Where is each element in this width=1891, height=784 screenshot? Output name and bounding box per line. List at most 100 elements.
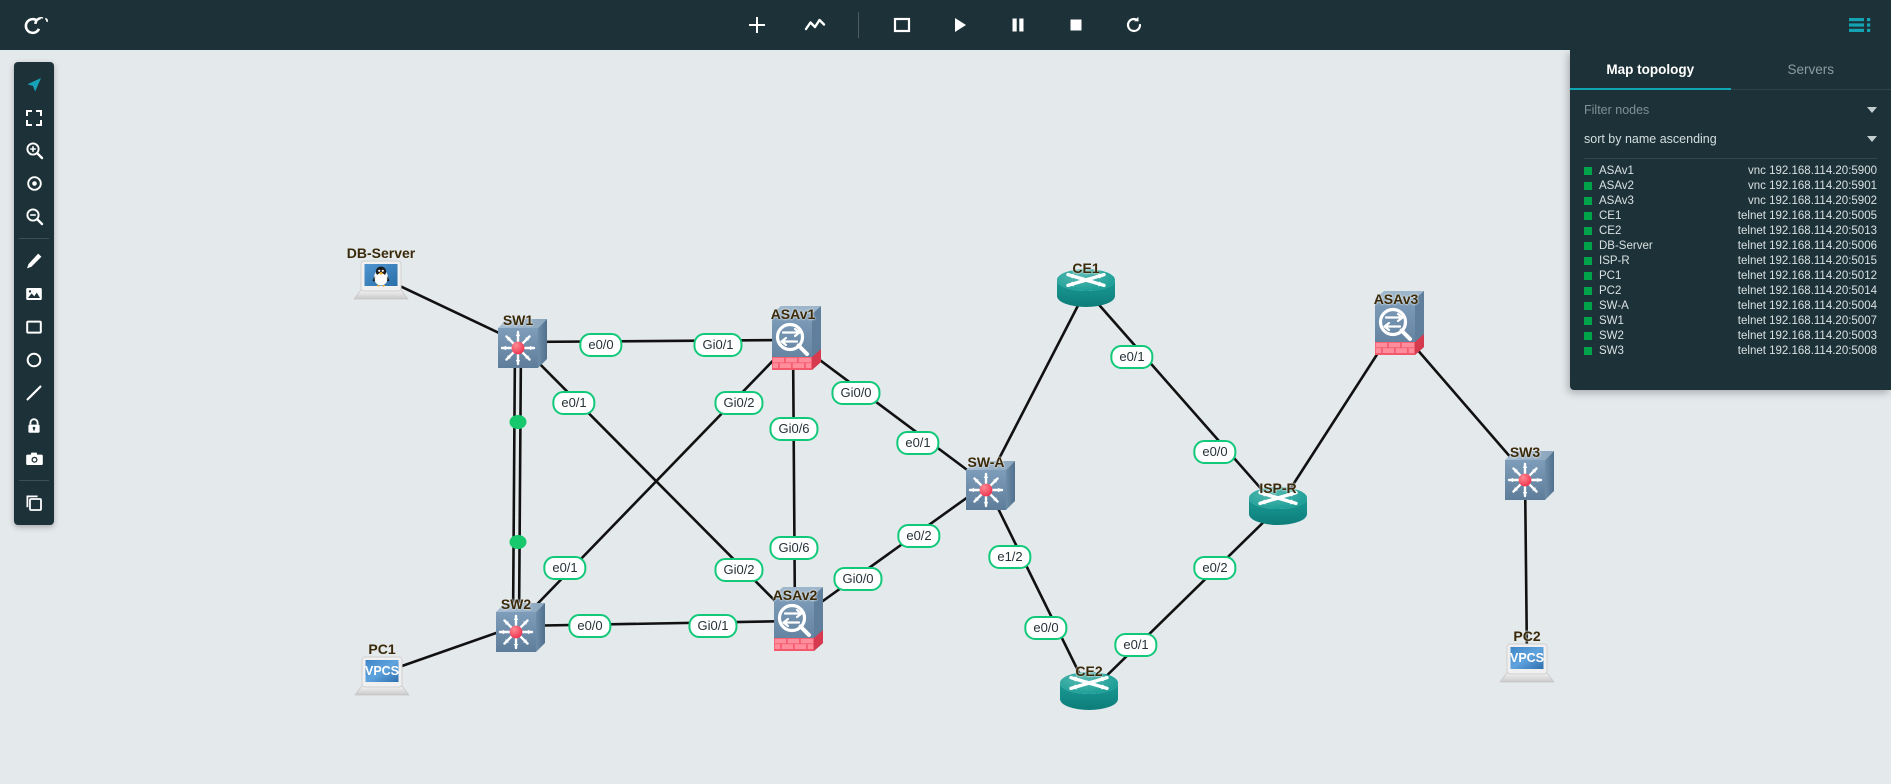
node-list-item[interactable]: PC2 telnet 192.168.114.20:5014: [1584, 283, 1877, 298]
port-label[interactable]: e0/1: [1114, 633, 1158, 657]
tool-add-image[interactable]: [14, 277, 54, 310]
node-label[interactable]: PC1: [368, 641, 395, 657]
reload-button[interactable]: [1119, 10, 1149, 40]
plus-icon: [749, 17, 765, 33]
topology-link[interactable]: [791, 339, 797, 622]
topology-link[interactable]: [1085, 289, 1279, 509]
port-label[interactable]: Gi0/0: [833, 567, 883, 591]
node-list-item[interactable]: SW-A telnet 192.168.114.20:5004: [1584, 298, 1877, 313]
tool-pointer[interactable]: [14, 68, 54, 101]
port-label[interactable]: e0/1: [896, 431, 940, 455]
node-list-item[interactable]: SW1 telnet 192.168.114.20:5007: [1584, 313, 1877, 328]
port-label[interactable]: Gi0/0: [831, 381, 881, 405]
topology-link[interactable]: [515, 619, 796, 628]
node-list-item[interactable]: PC1 telnet 192.168.114.20:5012: [1584, 268, 1877, 283]
node-list-item[interactable]: SW3 telnet 192.168.114.20:5008: [1584, 343, 1877, 358]
tool-ellipse[interactable]: [14, 343, 54, 376]
node-list-item-console: telnet 192.168.114.20:5008: [1737, 344, 1877, 357]
node-list-item-console: telnet 192.168.114.20:5007: [1737, 314, 1877, 327]
topology-node-pc2[interactable]: VPCS: [1499, 643, 1555, 683]
node-list-item[interactable]: DB-Server telnet 192.168.114.20:5006: [1584, 238, 1877, 253]
topology-link[interactable]: [517, 338, 794, 344]
tool-fullscreen[interactable]: [14, 101, 54, 134]
node-list-item[interactable]: ASAv2 vnc 192.168.114.20:5901: [1584, 178, 1877, 193]
sort-select[interactable]: sort by name ascending: [1584, 128, 1877, 149]
node-label[interactable]: SW1: [503, 312, 533, 328]
filter-nodes-input[interactable]: Filter nodes: [1584, 99, 1877, 120]
tool-screenshot[interactable]: [14, 442, 54, 475]
tool-lock[interactable]: [14, 409, 54, 442]
node-list-item[interactable]: ASAv1 vnc 192.168.114.20:5900: [1584, 163, 1877, 178]
port-label[interactable]: e0/1: [1110, 345, 1154, 369]
add-node-button[interactable]: [742, 10, 772, 40]
stop-button[interactable]: [1061, 10, 1091, 40]
tool-layers[interactable]: [14, 486, 54, 519]
gns3-logo[interactable]: [0, 10, 72, 40]
tool-line[interactable]: [14, 376, 54, 409]
sort-select-value: sort by name ascending: [1584, 131, 1717, 146]
port-label[interactable]: e0/0: [579, 333, 623, 357]
node-label[interactable]: ASAv3: [1374, 291, 1419, 307]
topology-link[interactable]: [794, 482, 987, 623]
tool-rectangle[interactable]: [14, 310, 54, 343]
port-label[interactable]: e0/1: [552, 391, 596, 415]
topology-node-db-server[interactable]: [353, 260, 409, 300]
port-label[interactable]: e0/1: [543, 556, 587, 580]
status-dot-icon: [1584, 271, 1592, 280]
square-outline-icon: [893, 17, 911, 33]
port-label[interactable]: Gi0/2: [714, 391, 764, 415]
port-label[interactable]: e0/2: [897, 524, 941, 548]
link-status-dot[interactable]: [509, 535, 527, 549]
select-all-button[interactable]: [887, 10, 917, 40]
port-label[interactable]: Gi0/2: [714, 558, 764, 582]
status-dot-icon: [1584, 286, 1592, 295]
node-label[interactable]: CE1: [1072, 260, 1099, 276]
topology-link[interactable]: [792, 338, 987, 486]
port-label[interactable]: e1/2: [988, 545, 1032, 569]
suspend-button[interactable]: [1003, 10, 1033, 40]
node-list-item-name: DB-Server: [1599, 239, 1653, 252]
node-label[interactable]: ISP-R: [1259, 480, 1296, 496]
port-label[interactable]: e0/0: [1024, 616, 1068, 640]
add-link-button[interactable]: [800, 10, 830, 40]
start-button[interactable]: [945, 10, 975, 40]
topology-link[interactable]: [380, 275, 519, 344]
node-list-item-console: vnc 192.168.114.20:5900: [1748, 164, 1877, 177]
svg-text:VPCS: VPCS: [365, 664, 399, 678]
node-label[interactable]: PC2: [1513, 628, 1540, 644]
port-label[interactable]: Gi0/1: [688, 614, 738, 638]
node-label[interactable]: SW3: [1510, 444, 1540, 460]
topology-node-pc1[interactable]: VPCS: [354, 656, 410, 696]
node-label[interactable]: ASAv2: [773, 587, 818, 603]
port-label[interactable]: Gi0/6: [769, 536, 819, 560]
node-list-item[interactable]: ISP-R telnet 192.168.114.20:5015: [1584, 253, 1877, 268]
tab-servers[interactable]: Servers: [1730, 50, 1891, 90]
node-label[interactable]: CE2: [1075, 663, 1102, 679]
tool-zoom-reset[interactable]: [14, 167, 54, 200]
node-label[interactable]: ASAv1: [771, 306, 816, 322]
node-list-item[interactable]: ASAv3 vnc 192.168.114.20:5902: [1584, 193, 1877, 208]
port-label[interactable]: e0/0: [568, 614, 612, 638]
node-label[interactable]: SW-A: [967, 454, 1004, 470]
status-dot-icon: [1584, 226, 1592, 235]
port-label[interactable]: e0/0: [1193, 440, 1237, 464]
port-label[interactable]: Gi0/6: [769, 417, 819, 441]
tool-draw-pencil[interactable]: [14, 244, 54, 277]
node-list-item-name: ASAv2: [1599, 179, 1634, 192]
node-label[interactable]: SW2: [501, 596, 531, 612]
topology-link[interactable]: [1088, 507, 1279, 694]
link-status-dot[interactable]: [509, 415, 527, 429]
port-label[interactable]: Gi0/1: [693, 333, 743, 357]
tool-zoom-out[interactable]: [14, 200, 54, 233]
topology-link[interactable]: [511, 341, 523, 627]
main-menu-button[interactable]: [1847, 13, 1873, 37]
tool-zoom-in[interactable]: [14, 134, 54, 167]
node-list-item[interactable]: CE1 telnet 192.168.114.20:5005: [1584, 208, 1877, 223]
node-list-item-name: SW2: [1599, 329, 1624, 342]
node-label[interactable]: DB-Server: [347, 245, 415, 261]
node-list-item[interactable]: SW2 telnet 192.168.114.20:5003: [1584, 328, 1877, 343]
topology-link[interactable]: [984, 483, 1091, 694]
node-list-item[interactable]: CE2 telnet 192.168.114.20:5013: [1584, 223, 1877, 238]
port-label[interactable]: e0/2: [1193, 556, 1237, 580]
tab-map-topology[interactable]: Map topology: [1570, 50, 1731, 90]
